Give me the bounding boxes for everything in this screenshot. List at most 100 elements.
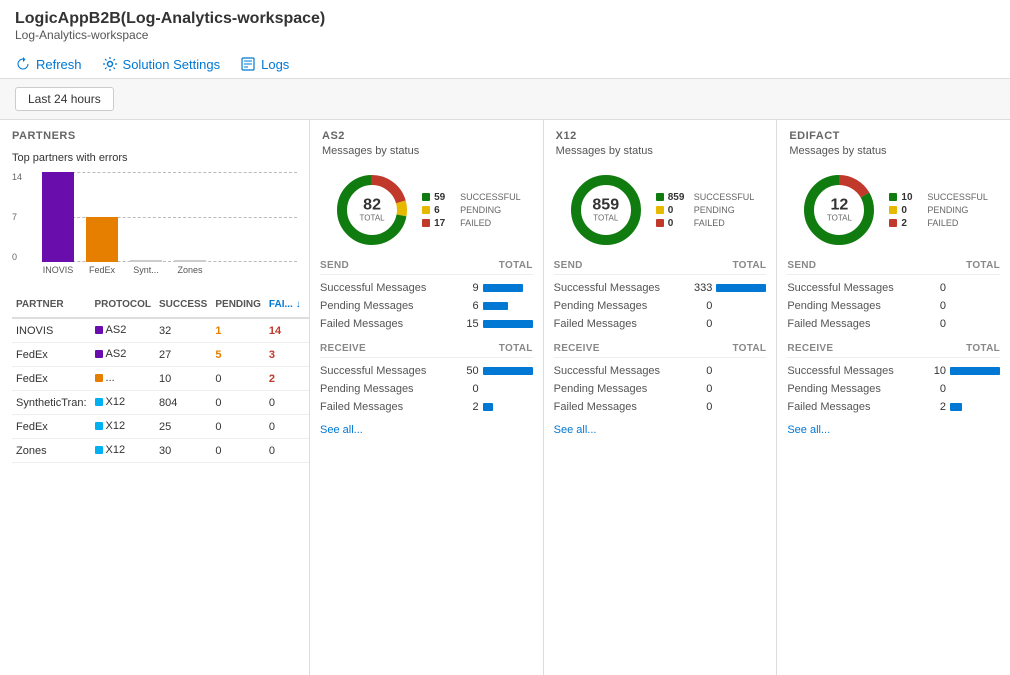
as2-success-dot bbox=[422, 193, 430, 201]
edifact-pending-text: PENDING bbox=[927, 205, 968, 215]
partner-protocol-4: X12 bbox=[91, 415, 155, 439]
edifact-title: EDIFACT bbox=[777, 120, 1010, 145]
edifact-send-pending-label: Pending Messages bbox=[787, 300, 924, 312]
x12-receive-label: RECEIVE bbox=[554, 343, 600, 354]
partner-pending-1: 5 bbox=[211, 343, 265, 367]
edifact-recv-pending-val: 0 bbox=[924, 383, 946, 395]
x12-see-all[interactable]: See all... bbox=[554, 416, 767, 441]
partner-pending-5: 0 bbox=[211, 439, 265, 463]
x12-failed-dot bbox=[656, 219, 664, 227]
x12-success-val: 859 bbox=[668, 192, 690, 203]
partner-protocol-1: AS2 bbox=[91, 343, 155, 367]
logs-label: Logs bbox=[261, 57, 289, 72]
edifact-receive-label: RECEIVE bbox=[787, 343, 833, 354]
col-pending[interactable]: PENDING bbox=[211, 292, 265, 318]
edifact-success-val: 10 bbox=[901, 192, 923, 203]
as2-recv-success-label: Successful Messages bbox=[320, 365, 457, 377]
as2-panel: AS2 Messages by status bbox=[310, 120, 544, 675]
as2-receive-total-label: TOTAL bbox=[499, 343, 533, 354]
as2-failed-dot bbox=[422, 219, 430, 227]
partner-name-2: FedEx bbox=[12, 367, 91, 391]
as2-see-all[interactable]: See all... bbox=[320, 416, 533, 441]
partners-title: PARTNERS bbox=[0, 120, 309, 147]
partner-success-1: 27 bbox=[155, 343, 211, 367]
settings-icon bbox=[102, 56, 118, 72]
partner-failed-1: 3 bbox=[265, 343, 305, 367]
edifact-send-success-val: 0 bbox=[924, 282, 946, 294]
x12-send-success-label: Successful Messages bbox=[554, 282, 691, 294]
as2-total: 82 bbox=[360, 198, 385, 214]
as2-recv-failed-bar bbox=[483, 403, 493, 411]
partner-failed-2: 2 bbox=[265, 367, 305, 391]
x12-total: 859 bbox=[592, 198, 619, 214]
page-subtitle: Log-Analytics-workspace bbox=[15, 28, 995, 42]
x12-success-dot bbox=[656, 193, 664, 201]
time-filter-button[interactable]: Last 24 hours bbox=[15, 87, 114, 111]
x12-pending-dot bbox=[656, 206, 664, 214]
col-failed[interactable]: FAI... ↓ bbox=[265, 292, 305, 318]
edifact-recv-success-val: 10 bbox=[924, 365, 946, 377]
table-row: FedEx AS2 27 5 3 bbox=[12, 343, 309, 367]
partners-bar-chart: 14 7 0 INOVIS FedEx bbox=[12, 172, 297, 282]
x-label-fedex: FedEx bbox=[86, 265, 118, 275]
logs-button[interactable]: Logs bbox=[240, 56, 289, 72]
partner-success-3: 804 bbox=[155, 391, 211, 415]
x12-pending-text: PENDING bbox=[694, 205, 735, 215]
x-label-synt: Synt... bbox=[130, 265, 162, 275]
as2-send-failed-bar bbox=[483, 320, 533, 328]
x12-send-pending-label: Pending Messages bbox=[554, 300, 691, 312]
x12-subtitle: Messages by status bbox=[544, 145, 777, 165]
bar-synt[interactable] bbox=[130, 260, 162, 262]
partner-pending-3: 0 bbox=[211, 391, 265, 415]
edifact-subtitle: Messages by status bbox=[777, 145, 1010, 165]
edifact-send-pending-val: 0 bbox=[924, 300, 946, 312]
x12-recv-failed-val: 0 bbox=[690, 401, 712, 413]
partner-protocol-5: X12 bbox=[91, 439, 155, 463]
col-search[interactable] bbox=[305, 292, 309, 318]
as2-recv-failed-val: 2 bbox=[457, 401, 479, 413]
edifact-total-label: TOTAL bbox=[827, 214, 852, 223]
bar-zones[interactable] bbox=[174, 260, 206, 262]
bar-fedex[interactable] bbox=[86, 217, 118, 262]
as2-send-total-label: TOTAL bbox=[499, 260, 533, 271]
x12-total-label: TOTAL bbox=[592, 214, 619, 223]
partner-failed-4: 0 bbox=[265, 415, 305, 439]
col-success[interactable]: SUCCESS bbox=[155, 292, 211, 318]
partner-success-5: 30 bbox=[155, 439, 211, 463]
col-partner[interactable]: PARTNER bbox=[12, 292, 91, 318]
edifact-send-success-label: Successful Messages bbox=[787, 282, 924, 294]
edifact-failed-val: 2 bbox=[901, 218, 923, 229]
refresh-button[interactable]: Refresh bbox=[15, 56, 82, 72]
col-protocol[interactable]: PROTOCOL bbox=[91, 292, 155, 318]
table-row: FedEx ... 10 0 2 bbox=[12, 367, 309, 391]
as2-total-label: TOTAL bbox=[360, 214, 385, 223]
refresh-icon bbox=[15, 56, 31, 72]
x12-receive-total-label: TOTAL bbox=[732, 343, 766, 354]
bar-inovis[interactable] bbox=[42, 172, 74, 262]
page-title: LogicAppB2B(Log-Analytics-workspace) bbox=[15, 10, 995, 28]
edifact-recv-success-bar bbox=[950, 367, 1000, 375]
edifact-success-text: SUCCESSFUL bbox=[927, 192, 988, 202]
partner-failed-5: 0 bbox=[265, 439, 305, 463]
as2-send-failed-val: 15 bbox=[457, 318, 479, 330]
edifact-recv-failed-bar bbox=[950, 403, 962, 411]
as2-send-success-bar bbox=[483, 284, 523, 292]
x12-send-pending-val: 0 bbox=[690, 300, 712, 312]
edifact-see-all[interactable]: See all... bbox=[787, 416, 1000, 441]
x12-pending-val: 0 bbox=[668, 205, 690, 216]
logs-icon bbox=[240, 56, 256, 72]
x12-send-failed-val: 0 bbox=[690, 318, 712, 330]
solution-settings-label: Solution Settings bbox=[123, 57, 221, 72]
edifact-failed-text: FAILED bbox=[927, 218, 958, 228]
partner-success-2: 10 bbox=[155, 367, 211, 391]
partner-protocol-3: X12 bbox=[91, 391, 155, 415]
as2-recv-success-val: 50 bbox=[457, 365, 479, 377]
x12-send-label: SEND bbox=[554, 260, 583, 271]
as2-success-text: SUCCESSFUL bbox=[460, 192, 521, 202]
partner-pending-0: 1 bbox=[211, 318, 265, 343]
solution-settings-button[interactable]: Solution Settings bbox=[102, 56, 221, 72]
edifact-receive-total-label: TOTAL bbox=[966, 343, 1000, 354]
as2-pending-val: 6 bbox=[434, 205, 456, 216]
edifact-pending-dot bbox=[889, 206, 897, 214]
as2-send-pending-bar bbox=[483, 302, 508, 310]
